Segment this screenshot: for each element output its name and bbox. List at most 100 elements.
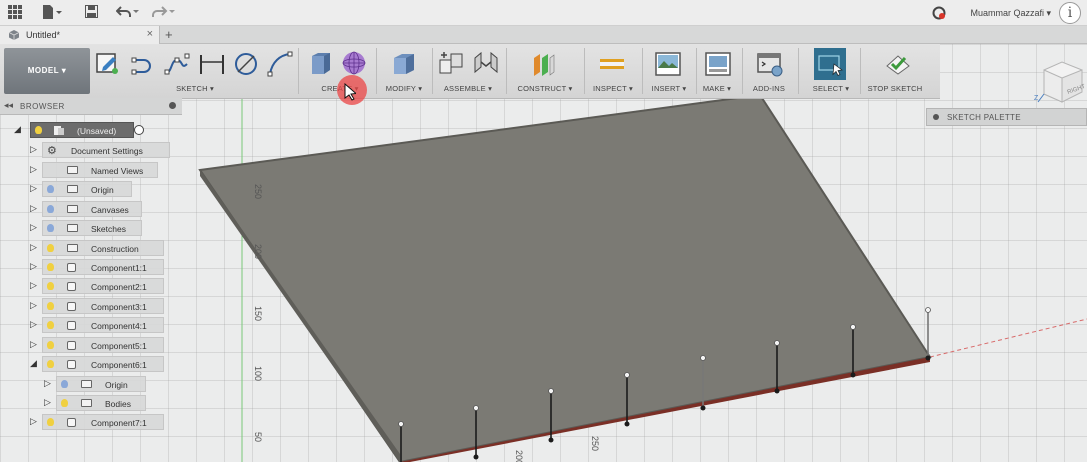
spline-tool-icon[interactable] [164,50,192,78]
document-cube-icon [8,29,20,43]
expand-arrow-icon[interactable]: ▷ [30,280,37,291]
browser-item-component6-origin[interactable]: Origin [56,376,146,392]
visibility-bulb-icon[interactable] [47,321,54,329]
visibility-bulb-icon[interactable] [61,399,68,407]
visibility-bulb-icon[interactable] [47,360,54,368]
select-group-label[interactable]: SELECT ▾ [806,84,856,93]
collapse-arrow-icon[interactable]: ◢ [30,358,37,369]
browser-item-component5[interactable]: Component5:1 [42,337,164,353]
insert-group-label[interactable]: INSERT ▾ [646,84,692,93]
user-menu[interactable]: Muammar Qazzafi ▾ [970,8,1051,19]
browser-item-origin[interactable]: Origin [42,181,132,197]
joint-icon[interactable] [472,50,500,78]
expand-arrow-icon[interactable]: ▷ [30,300,37,311]
expand-arrow-icon[interactable]: ▷ [30,183,37,194]
visibility-bulb-icon[interactable] [61,380,68,388]
browser-item-named-views[interactable]: Named Views [42,162,159,178]
browser-header[interactable]: ◂◂ BROWSER [0,98,182,115]
browser-pin-icon[interactable] [169,102,176,109]
visibility-bulb-icon[interactable] [47,418,54,426]
modify-group-label[interactable]: MODIFY ▾ [380,84,428,93]
toolbar-separator [376,48,377,94]
arc-tool-icon[interactable] [266,50,294,78]
expand-arrow-icon[interactable]: ▷ [30,222,37,233]
insert-image-icon[interactable] [654,50,682,78]
component-icon [67,360,76,369]
visibility-bulb-icon[interactable] [47,185,54,193]
toolbar-separator [860,48,861,94]
construct-group-label[interactable]: CONSTRUCT ▾ [510,84,580,93]
sketch-group-label[interactable]: SKETCH ▾ [160,84,230,93]
press-pull-icon[interactable] [390,50,418,78]
new-component-icon[interactable] [438,50,466,78]
offset-plane-icon[interactable] [530,50,558,78]
visibility-bulb-icon[interactable] [47,282,54,290]
new-tab-button[interactable]: + [165,27,173,42]
addins-group-label[interactable]: ADD-INS [746,84,792,93]
browser-item-document-settings[interactable]: ⚙ Document Settings [42,142,171,158]
undo-icon[interactable] [115,5,140,22]
inspect-group-label[interactable]: INSPECT ▾ [588,84,638,93]
workspace-switcher[interactable]: MODEL ▾ [4,48,90,94]
visibility-bulb-icon[interactable] [35,126,42,134]
make-group-label[interactable]: MAKE ▾ [696,84,738,93]
expand-arrow-icon[interactable]: ▷ [30,416,37,427]
browser-item-sketches[interactable]: Sketches [42,220,143,236]
expand-arrow-icon[interactable]: ▷ [30,164,37,175]
app-grid-icon[interactable] [8,5,22,23]
expand-arrow-icon[interactable]: ▷ [44,378,51,389]
expand-arrow-icon[interactable]: ▷ [30,144,37,155]
browser-item-component6-bodies[interactable]: Bodies [56,395,146,411]
view-cube[interactable]: RIGHT Z [1030,58,1087,108]
redo-icon[interactable] [152,5,176,22]
browser-item-canvases[interactable]: Canvases [42,201,143,217]
visibility-bulb-icon[interactable] [47,205,54,213]
document-tab[interactable]: Untitled* × [0,26,160,44]
root-collapse-icon[interactable]: ◢ [14,124,21,135]
close-tab-icon[interactable]: × [147,28,153,40]
scripts-addins-icon[interactable] [756,50,784,78]
browser-item-component7[interactable]: Component7:1 [42,414,164,430]
sphere-mesh-icon[interactable] [340,50,368,78]
assemble-group-label[interactable]: ASSEMBLE ▾ [436,84,500,93]
plate-body[interactable] [198,93,932,462]
select-tool-icon[interactable] [814,48,846,80]
job-status-icon[interactable] [932,6,946,24]
expand-arrow-icon[interactable]: ▷ [44,397,51,408]
stop-sketch-icon[interactable] [884,50,912,78]
expand-arrow-icon[interactable]: ▷ [30,319,37,330]
visibility-bulb-icon[interactable] [47,341,54,349]
expand-arrow-icon[interactable]: ▷ [30,203,37,214]
browser-item-construction[interactable]: Construction [42,240,164,256]
create-sketch-icon[interactable] [94,50,122,78]
palette-pin-icon[interactable] [933,114,939,120]
save-icon[interactable] [85,5,98,22]
line-tool-icon[interactable] [130,50,158,78]
expand-arrow-icon[interactable]: ▷ [30,339,37,350]
help-button[interactable]: i [1059,2,1081,24]
browser-item-component4[interactable]: Component4:1 [42,317,164,333]
measure-icon[interactable] [598,50,626,78]
file-menu-icon[interactable] [42,5,62,23]
stop-sketch-label[interactable]: STOP SKETCH [864,84,926,93]
visibility-bulb-icon[interactable] [47,263,54,271]
browser-item-label: Construction [91,244,139,254]
circle-tool-icon[interactable] [232,50,260,78]
dimension-tool-icon[interactable] [198,50,226,78]
browser-title: BROWSER [20,102,65,111]
3d-print-icon[interactable] [704,50,732,78]
sketch-palette-header[interactable]: SKETCH PALETTE [926,108,1087,126]
browser-item-component6[interactable]: Component6:1 [42,356,164,372]
browser-root-item[interactable]: (Unsaved) [30,122,134,138]
extrude-icon[interactable] [306,50,334,78]
activate-radio-icon[interactable] [134,125,144,135]
collapse-browser-icon[interactable]: ◂◂ [4,100,13,111]
visibility-bulb-icon[interactable] [47,244,54,252]
visibility-bulb-icon[interactable] [47,302,54,310]
browser-item-component1[interactable]: Component1:1 [42,259,164,275]
expand-arrow-icon[interactable]: ▷ [30,242,37,253]
expand-arrow-icon[interactable]: ▷ [30,261,37,272]
browser-item-component2[interactable]: Component2:1 [42,278,164,294]
visibility-bulb-icon[interactable] [47,224,54,232]
browser-item-component3[interactable]: Component3:1 [42,298,164,314]
